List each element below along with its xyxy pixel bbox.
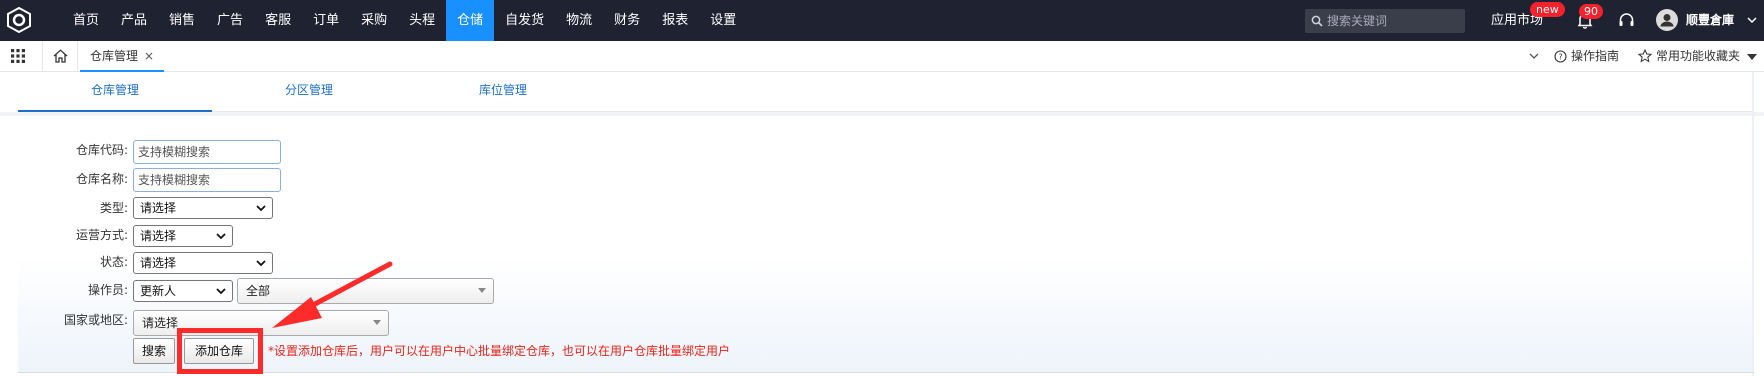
subtab-zone[interactable]: 分区管理 xyxy=(212,72,406,112)
nav-item[interactable]: 物流 xyxy=(555,0,603,41)
nav-item[interactable]: 财务 xyxy=(603,0,651,41)
top-nav-bar: 首页 产品 销售 广告 客服 订单 采购 头程 仓储 自发货 物流 财务 报表 设置 搜索关键词 应用市场… xyxy=(0,0,1764,41)
chevron-down-icon[interactable] xyxy=(1528,50,1540,62)
nav-item[interactable]: 销售 xyxy=(158,0,206,41)
caret-down-icon xyxy=(478,288,486,293)
operator-select-value: 全部 xyxy=(246,284,271,298)
type-select-value: 请选择 xyxy=(140,201,177,215)
status-select[interactable]: 请选择 xyxy=(133,252,273,274)
operator-select[interactable]: 全部 xyxy=(237,278,494,304)
type-select[interactable]: 请选择 xyxy=(133,197,273,219)
search-button[interactable]: 搜索 xyxy=(133,338,175,364)
help-icon: ? xyxy=(1554,50,1567,63)
operation-guide-link[interactable]: 操作指南 xyxy=(1571,41,1619,72)
warehouse-name-input[interactable]: 支持模糊搜索 xyxy=(133,168,281,192)
page-tab-bar: 仓库管理 × ? 操作指南 常用功能收藏夹 xyxy=(0,41,1764,72)
favorites-menu[interactable]: 常用功能收藏夹 xyxy=(1656,41,1740,72)
star-icon xyxy=(1638,49,1652,63)
subtab-warehouse[interactable]: 仓库管理 xyxy=(18,72,212,112)
nav-item[interactable]: 报表 xyxy=(651,0,699,41)
caret-down-icon xyxy=(373,320,381,325)
nav-item[interactable]: 自发货 xyxy=(494,0,555,41)
nav-item[interactable]: 仓储 xyxy=(446,0,495,41)
status-label: 状态: xyxy=(99,255,128,269)
nav-item[interactable]: 广告 xyxy=(206,0,254,41)
logo-icon[interactable] xyxy=(6,7,32,33)
operation-mode-value: 请选择 xyxy=(140,229,177,243)
chevron-down-icon xyxy=(256,205,266,212)
home-icon xyxy=(53,49,68,63)
nav-item[interactable]: 首页 xyxy=(62,0,110,41)
apps-grid-icon[interactable] xyxy=(11,49,25,63)
operator-field-value: 更新人 xyxy=(140,284,177,298)
subtab-location[interactable]: 库位管理 xyxy=(406,72,600,112)
chevron-down-icon xyxy=(216,288,226,295)
highlight-box xyxy=(177,328,263,374)
warehouse-name-label: 仓库名称: xyxy=(75,172,128,186)
chevron-down-icon xyxy=(256,260,266,267)
home-button[interactable] xyxy=(42,41,78,72)
search-placeholder: 搜索关键词 xyxy=(1327,14,1388,28)
avatar[interactable] xyxy=(1656,9,1678,31)
headset-icon[interactable] xyxy=(1618,12,1635,29)
divider xyxy=(18,372,1754,373)
tab-warehouse-management[interactable]: 仓库管理 × xyxy=(80,41,165,72)
nav-item[interactable]: 设置 xyxy=(699,0,747,41)
operation-mode-select[interactable]: 请选择 xyxy=(133,225,233,247)
caret-down-icon[interactable] xyxy=(1747,53,1757,61)
search-icon xyxy=(1311,15,1323,27)
country-select-value: 请选择 xyxy=(142,316,179,330)
nav-item[interactable]: 产品 xyxy=(110,0,158,41)
scroll-edge xyxy=(1752,72,1754,376)
tab-label: 仓库管理 xyxy=(90,49,139,63)
warehouse-code-input[interactable]: 支持模糊搜索 xyxy=(133,140,281,164)
country-label: 国家或地区: xyxy=(63,313,128,327)
username[interactable]: 顺豐倉庫 xyxy=(1686,0,1734,41)
user-icon xyxy=(1660,14,1674,27)
nav-item[interactable]: 头程 xyxy=(398,0,446,41)
nav-item[interactable]: 客服 xyxy=(254,0,302,41)
svg-text:?: ? xyxy=(1558,53,1562,62)
chevron-down-icon[interactable] xyxy=(1746,14,1758,26)
operator-field-select[interactable]: 更新人 xyxy=(133,280,233,302)
hint-text: *设置添加仓库后，用户可以在用户中心批量绑定仓库，也可以在用户仓库批量绑定用户 xyxy=(268,344,731,358)
main-nav: 首页 产品 销售 广告 客服 订单 采购 头程 仓储 自发货 物流 财务 报表 设置 xyxy=(62,0,747,41)
warehouse-code-label: 仓库代码: xyxy=(75,143,128,157)
operator-label: 操作员: xyxy=(87,283,128,297)
global-search-input[interactable]: 搜索关键词 xyxy=(1305,9,1465,33)
notification-count-badge: 90 xyxy=(1579,4,1603,19)
operation-mode-label: 运营方式: xyxy=(75,228,128,242)
status-select-value: 请选择 xyxy=(140,256,177,270)
type-label: 类型: xyxy=(99,201,128,215)
nav-item[interactable]: 采购 xyxy=(350,0,398,41)
chevron-down-icon xyxy=(216,233,226,240)
close-icon[interactable]: × xyxy=(144,49,154,63)
nav-item[interactable]: 订单 xyxy=(302,0,350,41)
sub-tab-bar: 仓库管理 分区管理 库位管理 xyxy=(18,72,1754,112)
new-badge: new xyxy=(1530,2,1565,17)
